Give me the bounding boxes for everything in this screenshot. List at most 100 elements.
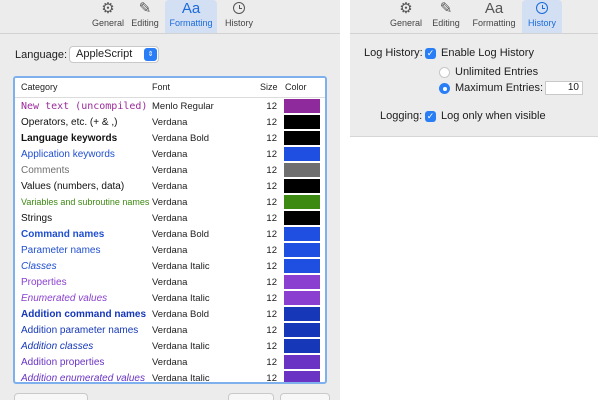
font-cell[interactable]: Verdana [152, 116, 187, 129]
table-row[interactable]: Operators, etc. (+ & ,) Verdana 12 [15, 114, 325, 130]
font-cell[interactable]: Verdana [152, 196, 187, 209]
font-cell[interactable]: Verdana Italic [152, 372, 210, 382]
size-cell[interactable]: 12 [265, 356, 277, 369]
color-swatch[interactable] [284, 211, 320, 225]
table-row[interactable]: Addition enumerated values Verdana Italic… [15, 370, 325, 382]
color-swatch[interactable] [284, 339, 320, 353]
font-cell[interactable]: Verdana Bold [152, 308, 209, 321]
toolbar-formatting[interactable]: Aa Formatting [470, 0, 518, 33]
toolbar-editing[interactable]: ✎ Editing [128, 0, 162, 33]
bottom-middle-button[interactable] [228, 393, 274, 400]
enable-log-history-label[interactable]: Enable Log History [441, 47, 534, 59]
color-swatch[interactable] [284, 323, 320, 337]
color-swatch[interactable] [284, 243, 320, 257]
font-cell[interactable]: Verdana [152, 164, 187, 177]
table-row[interactable]: Addition properties Verdana 12 [15, 354, 325, 370]
table-row[interactable]: Strings Verdana 12 [15, 210, 325, 226]
language-popup[interactable]: AppleScript ⇕ [69, 46, 159, 63]
column-color[interactable]: Color [285, 82, 307, 92]
font-cell[interactable]: Verdana Bold [152, 228, 209, 241]
formatting-table[interactable]: Category Font Size Color New text (uncom… [13, 76, 327, 384]
color-swatch[interactable] [284, 259, 320, 273]
color-swatch[interactable] [284, 147, 320, 161]
maximum-entries-radio[interactable] [439, 83, 450, 94]
font-cell[interactable]: Verdana [152, 180, 187, 193]
size-cell[interactable]: 12 [265, 244, 277, 257]
log-only-when-visible-label[interactable]: Log only when visible [441, 110, 546, 122]
font-cell[interactable]: Verdana Italic [152, 292, 210, 305]
table-row[interactable]: Properties Verdana 12 [15, 274, 325, 290]
size-cell[interactable]: 12 [265, 372, 277, 382]
size-cell[interactable]: 12 [265, 132, 277, 145]
font-cell[interactable]: Verdana [152, 212, 187, 225]
color-swatch[interactable] [284, 163, 320, 177]
size-cell[interactable]: 12 [265, 260, 277, 273]
table-row[interactable]: Addition command names Verdana Bold 12 [15, 306, 325, 322]
table-row[interactable]: Addition parameter names Verdana 12 [15, 322, 325, 338]
color-swatch[interactable] [284, 115, 320, 129]
color-swatch[interactable] [284, 195, 320, 209]
enable-log-history-checkbox[interactable]: ✓ [425, 48, 436, 59]
font-cell[interactable]: Verdana [152, 148, 187, 161]
column-size[interactable]: Size [260, 82, 278, 92]
bottom-left-button[interactable] [14, 393, 88, 400]
table-row[interactable]: Variables and subroutine names Verdana 12 [15, 194, 325, 210]
size-cell[interactable]: 12 [265, 228, 277, 241]
font-cell[interactable]: Verdana [152, 324, 187, 337]
category-cell: Comments [21, 165, 70, 176]
color-swatch[interactable] [284, 355, 320, 369]
column-category[interactable]: Category [21, 82, 58, 92]
size-cell[interactable]: 12 [265, 180, 277, 193]
table-row[interactable]: Classes Verdana Italic 12 [15, 258, 325, 274]
color-swatch[interactable] [284, 227, 320, 241]
size-cell[interactable]: 12 [265, 308, 277, 321]
color-swatch[interactable] [284, 131, 320, 145]
font-cell[interactable]: Verdana Italic [152, 260, 210, 273]
size-cell[interactable]: 12 [265, 148, 277, 161]
toolbar-formatting[interactable]: Aa Formatting [165, 0, 217, 33]
table-row[interactable]: Enumerated values Verdana Italic 12 [15, 290, 325, 306]
size-cell[interactable]: 12 [265, 100, 277, 113]
size-cell[interactable]: 12 [265, 164, 277, 177]
font-cell[interactable]: Verdana Italic [152, 340, 210, 353]
toolbar-general[interactable]: ⚙ General [388, 0, 424, 33]
color-swatch[interactable] [284, 371, 320, 382]
table-row[interactable]: New text (uncompiled) Menlo Regular 12 [15, 98, 325, 114]
color-swatch[interactable] [284, 275, 320, 289]
font-cell[interactable]: Verdana [152, 244, 187, 257]
font-cell[interactable]: Verdana [152, 276, 187, 289]
table-row[interactable]: Addition classes Verdana Italic 12 [15, 338, 325, 354]
table-row[interactable]: Command names Verdana Bold 12 [15, 226, 325, 242]
table-row[interactable]: Parameter names Verdana 12 [15, 242, 325, 258]
size-cell[interactable]: 12 [265, 324, 277, 337]
toolbar-general[interactable]: ⚙ General [86, 0, 130, 33]
font-cell[interactable]: Verdana [152, 356, 187, 369]
maximum-entries-field[interactable]: 10 [545, 81, 583, 95]
table-row[interactable]: Comments Verdana 12 [15, 162, 325, 178]
font-cell[interactable]: Menlo Regular [152, 100, 214, 113]
toolbar-history[interactable]: History [522, 0, 562, 33]
category-cell: Command names [21, 229, 105, 240]
toolbar-editing[interactable]: ✎ Editing [430, 0, 462, 33]
size-cell[interactable]: 12 [265, 196, 277, 209]
table-row[interactable]: Language keywords Verdana Bold 12 [15, 130, 325, 146]
color-swatch[interactable] [284, 99, 320, 113]
color-swatch[interactable] [284, 291, 320, 305]
bottom-right-button[interactable] [280, 393, 330, 400]
size-cell[interactable]: 12 [265, 212, 277, 225]
table-row[interactable]: Application keywords Verdana 12 [15, 146, 325, 162]
size-cell[interactable]: 12 [265, 276, 277, 289]
unlimited-entries-label[interactable]: Unlimited Entries [455, 66, 538, 78]
unlimited-entries-radio[interactable] [439, 67, 450, 78]
log-only-when-visible-checkbox[interactable]: ✓ [425, 111, 436, 122]
size-cell[interactable]: 12 [265, 292, 277, 305]
size-cell[interactable]: 12 [265, 116, 277, 129]
column-font[interactable]: Font [152, 82, 170, 92]
color-swatch[interactable] [284, 179, 320, 193]
size-cell[interactable]: 12 [265, 340, 277, 353]
maximum-entries-label[interactable]: Maximum Entries: [455, 82, 543, 94]
toolbar-history[interactable]: History [221, 0, 257, 33]
font-cell[interactable]: Verdana Bold [152, 132, 209, 145]
table-row[interactable]: Values (numbers, data) Verdana 12 [15, 178, 325, 194]
color-swatch[interactable] [284, 307, 320, 321]
